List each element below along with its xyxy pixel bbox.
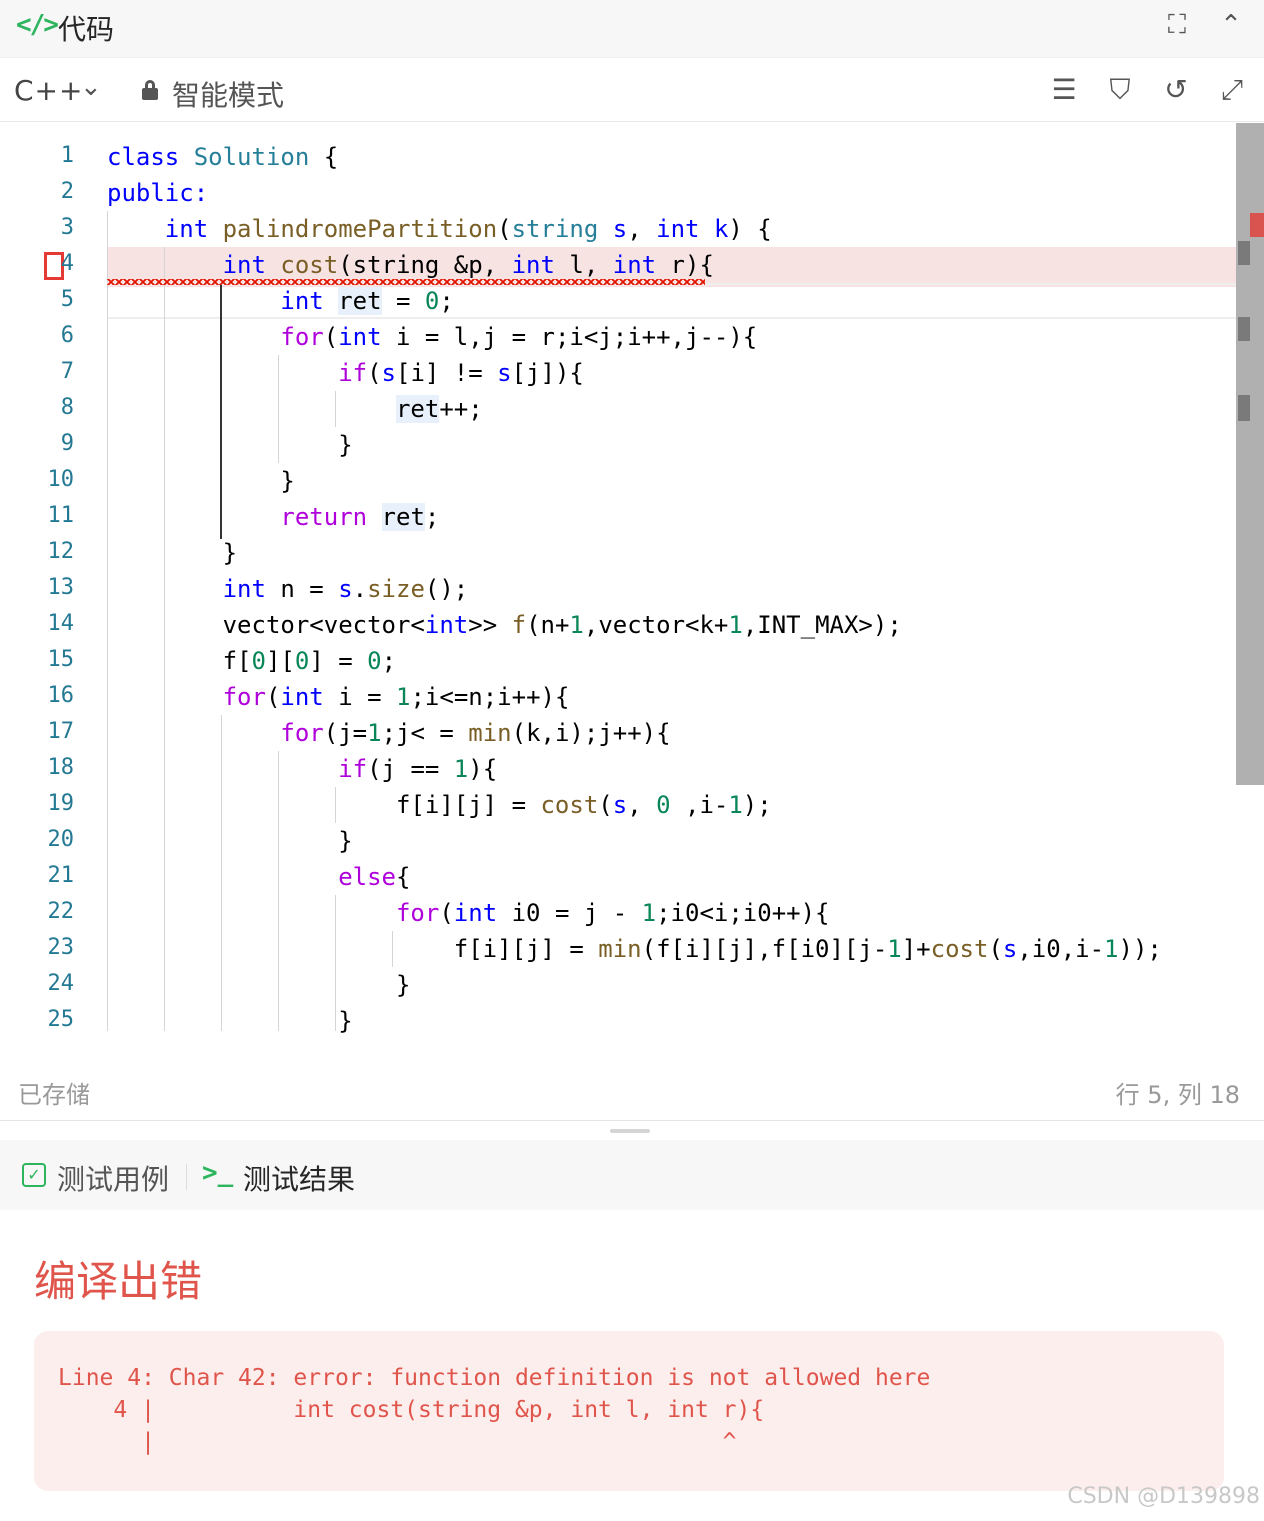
code-line: public:: [107, 179, 209, 207]
code-line: }: [107, 539, 238, 567]
line-number: 17: [47, 719, 75, 744]
code-icon: </>: [16, 10, 59, 40]
reset-icon[interactable]: ↺: [1160, 74, 1192, 106]
bookmark-icon[interactable]: ⛉: [1104, 74, 1136, 106]
line-number: 7: [60, 359, 74, 384]
line-number: 20: [47, 827, 75, 852]
line-number: 21: [47, 863, 75, 888]
line-number: 13: [47, 575, 75, 600]
format-icon[interactable]: ☰: [1048, 74, 1080, 106]
fullscreen-icon[interactable]: ⛶: [1162, 10, 1192, 40]
code-line: else{: [338, 863, 411, 891]
error-line: 4 | int cost(string &p, int l, int r){: [58, 1397, 765, 1423]
line-number: 9: [60, 431, 74, 456]
panel-title: 代码: [58, 13, 115, 46]
scrollbar-marker: [1238, 241, 1250, 265]
line-number: 25: [47, 1007, 75, 1032]
scrollbar-error-marker: [1250, 213, 1264, 237]
result-tabbar: [0, 1140, 1264, 1210]
tab-divider: [186, 1164, 187, 1190]
line-number: 11: [47, 503, 75, 528]
lock-icon: [142, 80, 158, 100]
scrollbar-marker: [1238, 395, 1250, 421]
language-select[interactable]: C++: [14, 74, 83, 107]
line-number: 6: [60, 323, 74, 348]
code-line: class Solution {: [107, 143, 339, 171]
code-line: for(j=1;j< = min(k,i);j++){: [280, 719, 671, 747]
line-number: 8: [60, 395, 74, 420]
smart-mode-toggle[interactable]: 智能模式: [172, 74, 284, 114]
code-line: f[0][0] = 0;: [107, 647, 397, 675]
line-number: 4: [60, 251, 74, 276]
line-number: 12: [47, 539, 75, 564]
line-number: 1: [60, 143, 74, 168]
code-line: int n = s.size();: [222, 575, 469, 603]
code-line: }: [107, 971, 411, 999]
line-number: 14: [47, 611, 75, 636]
line-number: 16: [47, 683, 75, 708]
line-number: 10: [47, 467, 75, 492]
expand-icon[interactable]: ⤢: [1216, 74, 1248, 106]
line-number: 24: [47, 971, 75, 996]
chevron-up-icon[interactable]: ⌃: [1216, 10, 1246, 40]
terminal-icon: >_: [202, 1158, 234, 1188]
tab-testcase[interactable]: 测试用例: [57, 1158, 169, 1198]
watermark: CSDN @D139898: [1067, 1484, 1260, 1509]
scrollbar-marker: [1238, 317, 1250, 341]
error-line: Line 4: Char 42: error: function definit…: [58, 1365, 931, 1391]
code-line: int cost(string &p, int l, int r){: [222, 251, 714, 279]
editor-header: </> 代码 ⛶ ⌃: [0, 0, 1264, 58]
code-editor[interactable]: 1 2 3 4 5 6 7 8 9 10 11 12 13 14 15 16 1…: [0, 123, 1264, 1063]
code-line: }: [107, 431, 353, 459]
resize-handle[interactable]: [610, 1129, 650, 1133]
code-line: ret++;: [395, 395, 483, 423]
code-line: int ret = 0;: [280, 287, 454, 315]
line-number: 18: [47, 755, 75, 780]
line-number: 22: [47, 899, 75, 924]
code-line: f[i][j] = min(f[i][j],f[i0][j-1]+cost(s,…: [107, 935, 1162, 963]
code-line: return ret;: [280, 503, 440, 531]
code-line: vector<vector<int>> f(n+1,vector<k+1,INT…: [107, 611, 902, 639]
code-line: }: [107, 1007, 353, 1035]
code-line: if(j == 1){: [338, 755, 498, 783]
tab-result[interactable]: 测试结果: [243, 1158, 355, 1198]
compile-error-title: 编译出错: [34, 1257, 203, 1306]
checkbox-icon: ✓: [22, 1163, 46, 1187]
code-line: for(int i0 = j - 1;i0<i;i0++){: [395, 899, 830, 927]
line-number: 23: [47, 935, 75, 960]
code-line: }: [107, 827, 353, 855]
line-number: 5: [60, 287, 74, 312]
cursor-position: 行 5, 列 18: [1115, 1081, 1240, 1109]
line-number: 3: [60, 215, 74, 240]
chevron-down-icon[interactable]: ⌄: [80, 72, 102, 102]
code-line: }: [107, 467, 295, 495]
line-number: 15: [47, 647, 75, 672]
error-line: | ^: [58, 1429, 737, 1455]
code-line: int palindromePartition(string s, int k)…: [164, 215, 772, 243]
editor-toolbar: C++ ⌄ 智能模式 ☰ ⛉ ↺ ⤢: [0, 58, 1264, 122]
line-number: 19: [47, 791, 75, 816]
code-line: for(int i = l,j = r;i<j;i++,j--){: [280, 323, 758, 351]
saved-status: 已存储: [18, 1081, 90, 1109]
code-line: f[i][j] = cost(s, 0 ,i-1);: [107, 791, 772, 819]
line-number-gutter: 1 2 3 4 5 6 7 8 9 10 11 12 13 14 15 16 1…: [0, 123, 90, 1063]
code-line: for(int i = 1;i<=n;i++){: [222, 683, 570, 711]
editor-status-bar: 已存储 行 5, 列 18: [0, 1063, 1264, 1121]
code-line: if(s[i] != s[j]){: [338, 359, 584, 387]
line-number: 2: [60, 179, 74, 204]
